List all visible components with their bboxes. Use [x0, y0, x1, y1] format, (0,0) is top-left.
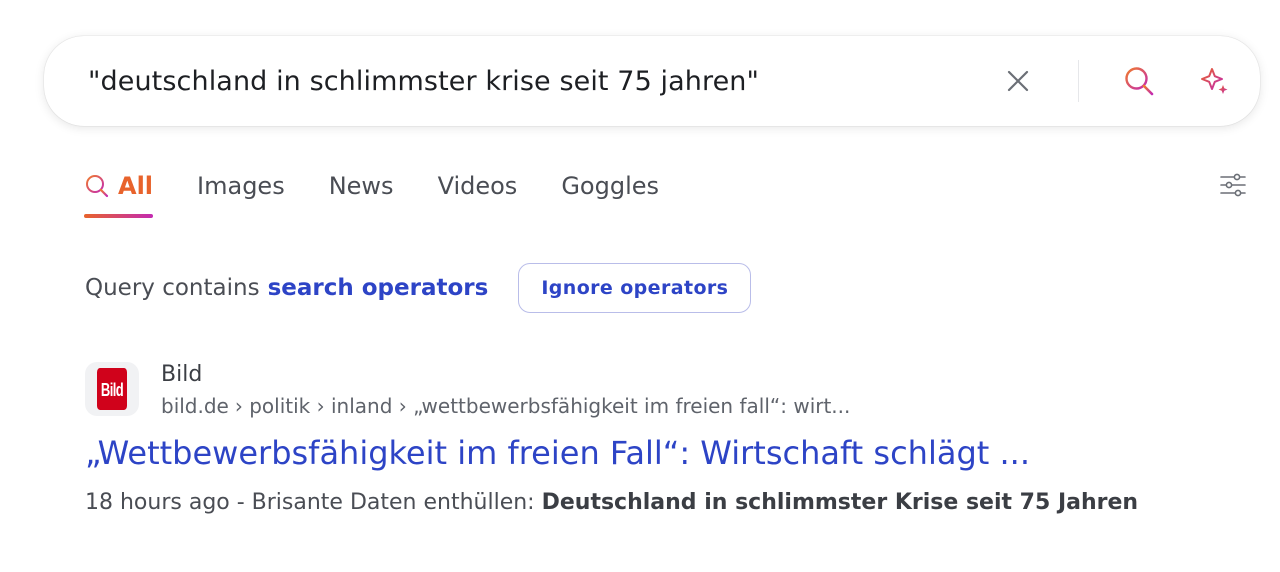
tab-goggles[interactable]: Goggles — [561, 160, 659, 212]
search-tabs: All Images News Videos Goggles — [84, 160, 703, 220]
result-domain: bild.de — [161, 394, 229, 418]
sliders-icon — [1220, 173, 1246, 197]
ignore-operators-button[interactable]: Ignore operators — [518, 263, 752, 313]
result-url[interactable]: bild.de › politik › inland › „wettbewerbs… — [161, 394, 850, 418]
search-operators-link[interactable]: search operators — [268, 275, 489, 301]
snippet-text: Brisante Daten enthüllen: — [251, 490, 542, 515]
site-favicon: Bild — [85, 362, 139, 416]
result-title-link[interactable]: „Wettbewerbsfähigkeit im freien Fall“: W… — [85, 434, 1030, 472]
search-input[interactable] — [88, 58, 988, 104]
snippet-highlight: Deutschland in schlimmster Krise seit 75… — [541, 490, 1139, 515]
snippet-time: 18 hours ago - — [85, 490, 252, 515]
bild-logo: Bild — [97, 368, 127, 410]
tab-label: News — [328, 172, 394, 200]
search-divider — [1078, 60, 1079, 102]
tab-label: Videos — [437, 172, 518, 200]
sparkle-icon — [1201, 68, 1228, 94]
search-button[interactable] — [1120, 62, 1158, 100]
tab-news[interactable]: News — [329, 160, 394, 212]
search-results-page: All Images News Videos Goggles Query con… — [0, 0, 1280, 572]
filter-settings-button[interactable] — [1218, 170, 1248, 200]
search-box — [44, 36, 1260, 126]
tab-videos[interactable]: Videos — [438, 160, 518, 212]
site-name: Bild — [161, 362, 203, 387]
active-tab-indicator — [84, 214, 153, 218]
tab-label: Goggles — [561, 172, 659, 200]
result-snippet: 18 hours ago - Brisante Daten enthüllen:… — [85, 490, 1138, 515]
tab-label: Images — [197, 172, 285, 200]
clear-button[interactable] — [1000, 63, 1036, 99]
tab-images[interactable]: Images — [197, 160, 285, 212]
operators-notice: Query contains search operators Ignore o… — [85, 262, 752, 314]
search-icon — [1125, 67, 1154, 96]
result-path: › politik › inland › „wettbewerbsfähigke… — [234, 394, 851, 418]
search-icon — [84, 173, 110, 199]
ai-assistant-button[interactable] — [1196, 62, 1234, 100]
tab-all[interactable]: All — [84, 160, 154, 218]
operators-prefix: Query contains — [85, 275, 260, 301]
tab-label: All — [118, 172, 154, 200]
close-icon — [1007, 70, 1029, 92]
